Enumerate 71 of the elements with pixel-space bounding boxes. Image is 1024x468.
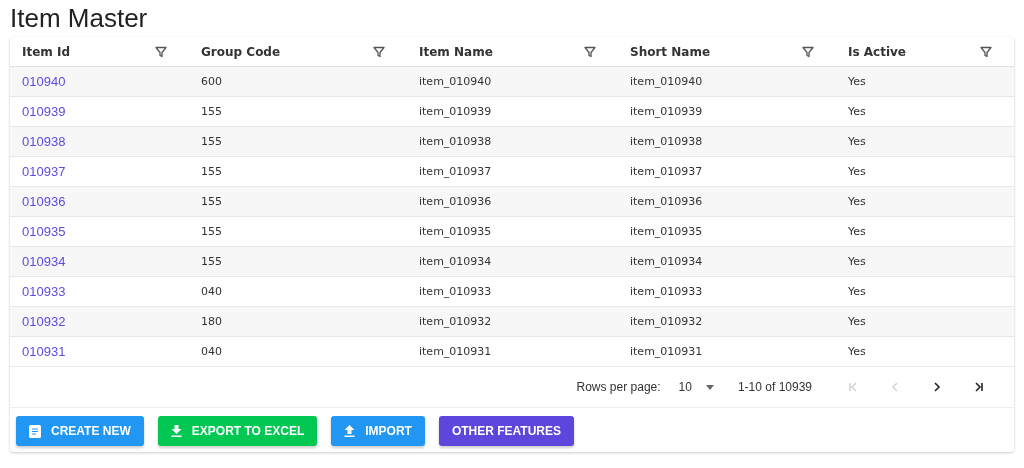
page-range: 1-10 of 10939 — [737, 380, 812, 394]
table-cell-text: Yes — [847, 104, 867, 120]
rows-per-page-select[interactable]: 10 — [678, 380, 714, 394]
item-id-link[interactable]: 010935 — [10, 217, 189, 246]
table-cell-text: item_010936 — [629, 194, 704, 210]
item-id-link[interactable]: 010939 — [10, 97, 189, 126]
item-id-link[interactable]: 010936 — [10, 187, 189, 216]
item-id-link[interactable]: 010937 — [10, 157, 189, 186]
table-cell-text: item_010934 — [418, 254, 493, 270]
table-cell-text: Yes — [847, 134, 867, 150]
item-id-link[interactable]: 010934 — [10, 247, 189, 276]
item-id-link[interactable]: 010932 — [10, 307, 189, 336]
column-header: Item Id — [22, 44, 71, 59]
filter-icon[interactable] — [980, 45, 992, 58]
table-cell-text: item_010932 — [629, 314, 704, 330]
upload-icon — [344, 425, 356, 437]
table-cell-text: item_010940 — [418, 74, 493, 90]
table-cell-text: 040 — [200, 284, 223, 300]
table-cell-text: 155 — [200, 254, 223, 270]
column-header: Short Name — [630, 44, 711, 59]
column-header: Is Active — [848, 44, 906, 59]
table-cell-text: item_010939 — [418, 104, 493, 120]
caret-icon — [705, 384, 714, 390]
table-cell-text: Yes — [847, 74, 867, 90]
table-cell-text: Yes — [847, 194, 867, 210]
item-id-link[interactable]: 010933 — [10, 277, 189, 306]
table-cell-text: item_010936 — [418, 194, 493, 210]
table-cell-text: Yes — [847, 224, 867, 240]
table-cell-text: Yes — [847, 164, 867, 180]
table-cell-text: item_010933 — [418, 284, 493, 300]
table-cell-text: item_010935 — [418, 224, 493, 240]
table-cell-text: item_010931 — [629, 344, 704, 360]
table-cell-text: Yes — [847, 284, 867, 300]
item-id-link[interactable]: 010940 — [10, 67, 189, 96]
action-button[interactable]: OTHER FEATURES — [438, 416, 575, 446]
column-header: Item Name — [419, 44, 493, 59]
column-header: Group Code — [201, 44, 281, 59]
filter-icon[interactable] — [373, 45, 385, 58]
table-cell-text: item_010933 — [629, 284, 704, 300]
table-cell-text: 155 — [200, 164, 223, 180]
action-button[interactable]: CREATE NEW — [16, 416, 144, 446]
table-cell-text: 155 — [200, 104, 223, 120]
table-cell-text: Yes — [847, 314, 867, 330]
item-id-link[interactable]: 010931 — [10, 337, 189, 366]
action-button[interactable]: IMPORT — [331, 416, 425, 446]
table-cell-text: 040 — [200, 344, 223, 360]
table-cell-text: item_010940 — [629, 74, 704, 90]
table-cell-text: item_010938 — [418, 134, 493, 150]
download-icon — [170, 425, 182, 437]
table-cell-text: item_010932 — [418, 314, 493, 330]
table-cell-text: item_010938 — [629, 134, 704, 150]
filter-icon[interactable] — [802, 45, 814, 58]
table-cell-text: 180 — [200, 314, 223, 330]
filter-icon[interactable] — [584, 45, 596, 58]
table-cell-text: 155 — [200, 134, 223, 150]
table-cell-text: item_010934 — [629, 254, 704, 270]
table-cell-text: 600 — [200, 74, 223, 90]
item-id-link[interactable]: 010938 — [10, 127, 189, 156]
rows-per-page-label: Rows per page: — [576, 380, 661, 394]
table-cell-text: item_010937 — [418, 164, 493, 180]
table-cell-text: item_010939 — [629, 104, 704, 120]
table-cell-text: item_010931 — [418, 344, 493, 360]
table-cell-text: item_010937 — [629, 164, 704, 180]
page-title: Item Master — [10, 2, 149, 34]
table-cell-text: Yes — [847, 344, 867, 360]
table-cell-text: 155 — [200, 224, 223, 240]
table-cell-text: 155 — [200, 194, 223, 210]
table-cell-text: Yes — [847, 254, 867, 270]
filter-icon[interactable] — [155, 45, 167, 58]
table-cell-text: item_010935 — [629, 224, 704, 240]
document-icon — [29, 424, 41, 438]
